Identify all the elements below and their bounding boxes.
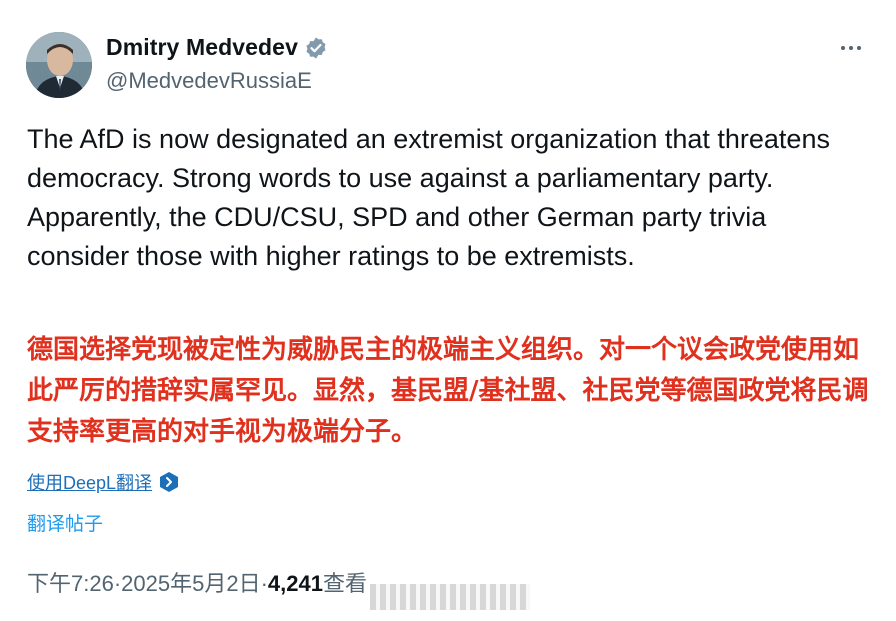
post-meta: 下午7:26 · 2025年5月2日 · 4,241 查看 xyxy=(27,566,367,598)
meta-separator: · xyxy=(113,571,122,596)
post-date[interactable]: 2025年5月2日 xyxy=(121,566,260,598)
name-row: Dmitry Medvedev xyxy=(106,34,328,61)
translation-text: 德国选择党现被定性为威胁民主的极端主义组织。对一个议会政党使用如此严厉的措辞实属… xyxy=(27,335,869,447)
view-count: 4,241 xyxy=(267,571,323,596)
display-name[interactable]: Dmitry Medvedev xyxy=(106,34,298,61)
translate-post-link[interactable]: 翻译帖子 xyxy=(27,509,103,536)
post-card: Dmitry Medvedev @MedvedevRussiaE The AfD… xyxy=(0,0,896,621)
deepl-translate-link[interactable]: 使用DeepL翻译 xyxy=(27,469,180,495)
meta-separator: · xyxy=(260,571,268,596)
deepl-translate-label: 使用DeepL翻译 xyxy=(27,473,153,493)
avatar[interactable] xyxy=(26,32,92,98)
more-options-icon[interactable] xyxy=(836,36,866,60)
handle[interactable]: @MedvedevRussiaE xyxy=(106,68,312,94)
view-count-label: 查看 xyxy=(322,571,367,596)
profile-photo xyxy=(26,32,92,98)
post-text: The AfD is now designated an extremist o… xyxy=(27,124,830,271)
watermark-overlay xyxy=(370,584,530,610)
deepl-icon xyxy=(158,471,180,493)
post-time[interactable]: 下午7:26 xyxy=(27,566,114,598)
verified-badge-icon xyxy=(304,36,328,60)
